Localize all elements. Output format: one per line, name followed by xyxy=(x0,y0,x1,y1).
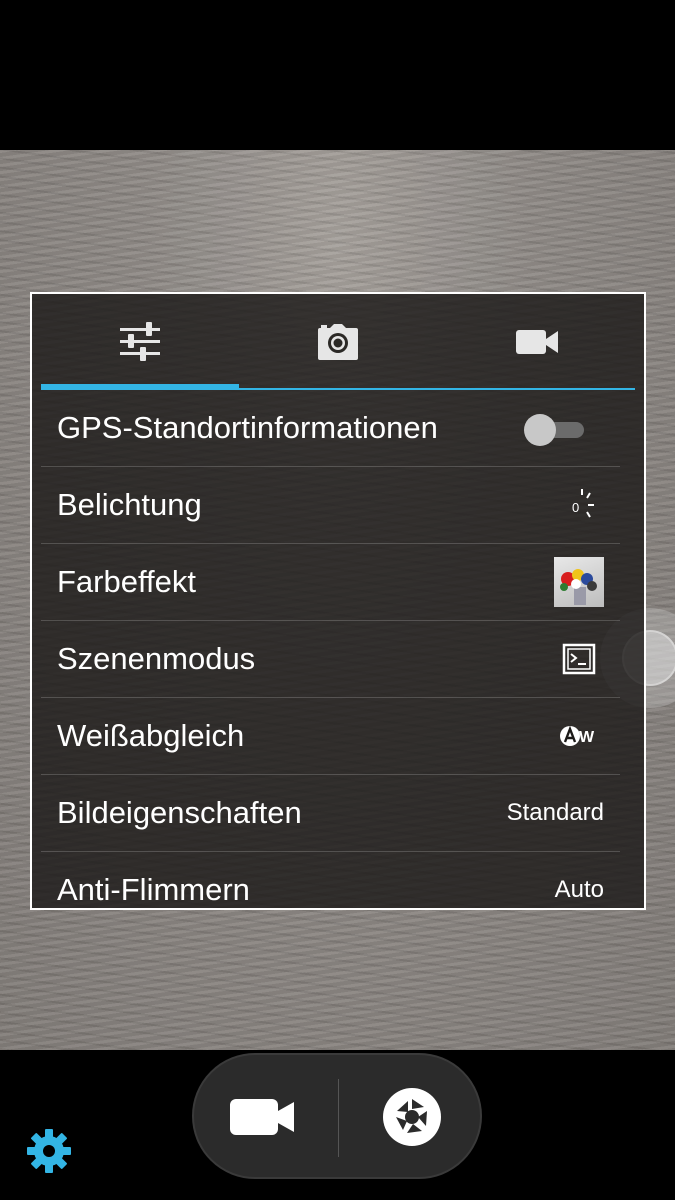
settings-panel: GPS-Standortinformationen Belichtung 0 F… xyxy=(30,292,646,910)
shutter-icon xyxy=(383,1088,441,1146)
exposure-row[interactable]: Belichtung 0 xyxy=(41,467,620,544)
anti-flicker-row[interactable]: Anti-Flimmern Auto xyxy=(41,852,620,908)
shutter-button[interactable] xyxy=(339,1055,482,1177)
toggle-thumb xyxy=(524,414,556,446)
row-label: GPS-Standortinformationen xyxy=(57,410,438,445)
row-label: Belichtung xyxy=(57,487,202,522)
top-bar xyxy=(0,0,675,150)
white-balance-row[interactable]: Weißabgleich W xyxy=(41,698,620,775)
anti-flicker-value: Auto xyxy=(554,876,604,903)
gear-icon[interactable] xyxy=(26,1128,72,1174)
row-label: Szenenmodus xyxy=(57,641,256,676)
video-camera-icon xyxy=(230,1099,294,1135)
white-balance-letter: W xyxy=(579,729,595,746)
settings-tabs xyxy=(41,294,635,390)
white-balance-auto-icon: W xyxy=(560,725,595,746)
exposure-value: 0 xyxy=(572,500,579,515)
color-effect-thumbnail xyxy=(554,557,604,607)
tab-photo-settings[interactable] xyxy=(239,294,437,390)
row-label: Anti-Flimmern xyxy=(57,872,250,907)
exposure-icon: 0 xyxy=(572,489,594,518)
image-properties-value: Standard xyxy=(506,799,604,826)
capture-controls xyxy=(192,1053,482,1179)
color-effect-row[interactable]: Farbeffekt xyxy=(41,544,620,621)
camera-icon xyxy=(318,324,358,360)
image-properties-row[interactable]: Bildeigenschaften Standard xyxy=(41,775,620,852)
row-label: Bildeigenschaften xyxy=(57,795,302,830)
scene-mode-row[interactable]: Szenenmodus xyxy=(41,621,620,698)
row-label: Weißabgleich xyxy=(57,718,245,753)
gps-location-row[interactable]: GPS-Standortinformationen xyxy=(41,390,620,467)
video-mode-button[interactable] xyxy=(194,1055,338,1177)
tab-video-settings[interactable] xyxy=(437,294,635,390)
tab-general-settings[interactable] xyxy=(41,294,239,390)
scene-mode-icon xyxy=(562,643,596,675)
settings-list: GPS-Standortinformationen Belichtung 0 F… xyxy=(41,390,620,908)
video-camera-icon xyxy=(516,330,558,354)
sliders-icon xyxy=(120,322,160,361)
row-label: Farbeffekt xyxy=(57,564,197,599)
gps-toggle[interactable] xyxy=(524,414,584,446)
